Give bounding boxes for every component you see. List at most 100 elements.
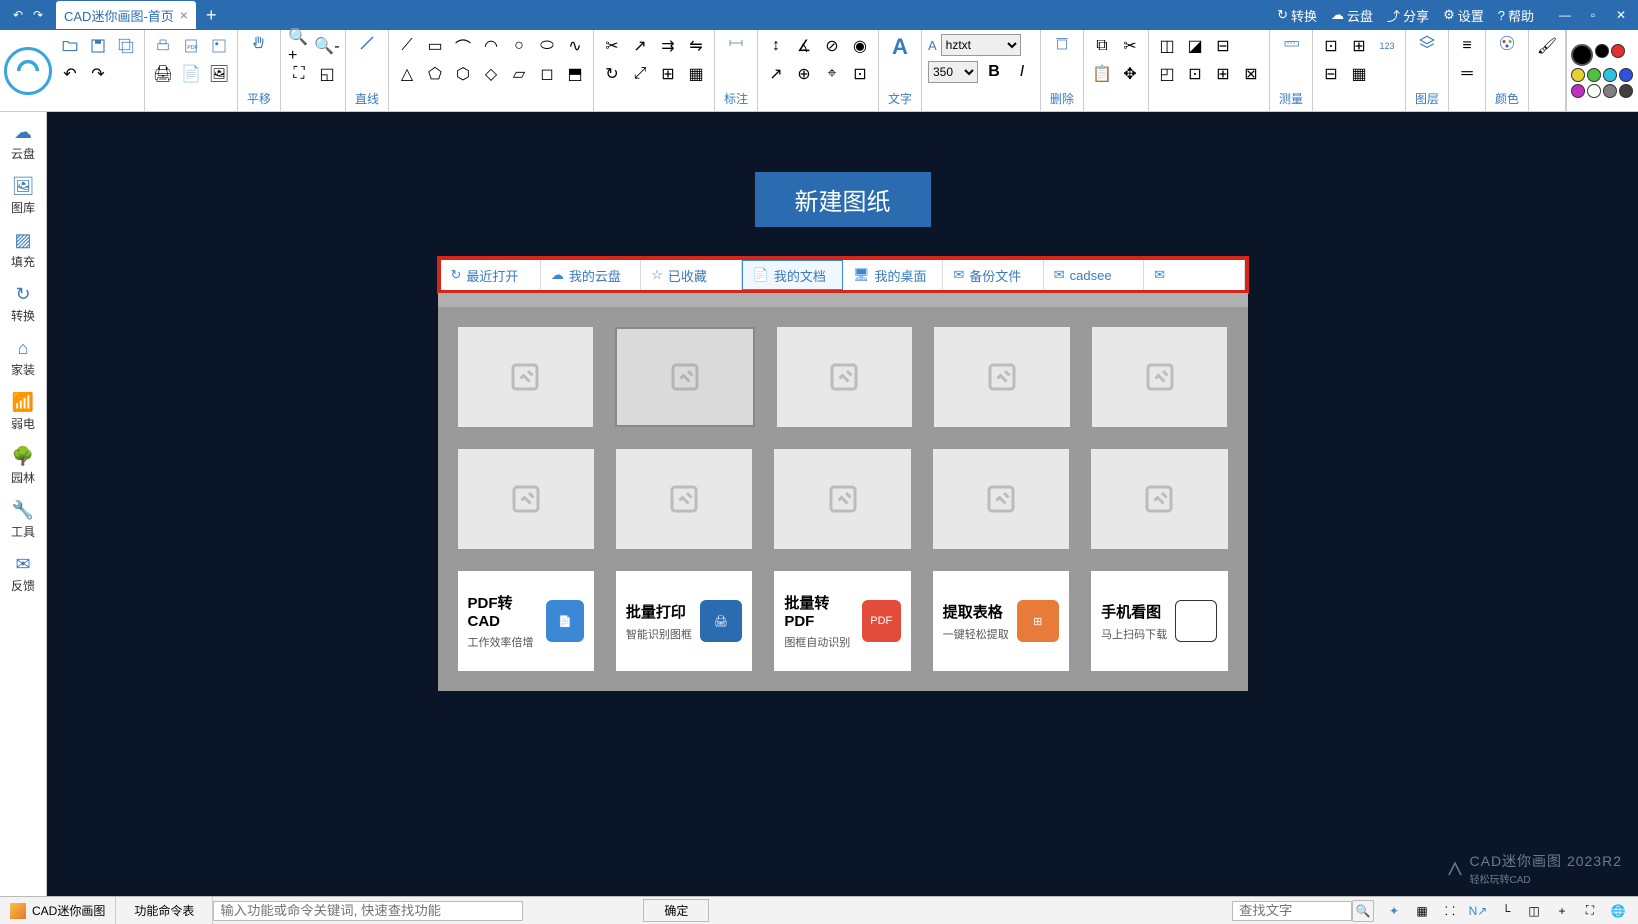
zoom-out-icon[interactable]: 🔍- — [315, 34, 339, 58]
promo-card-2[interactable]: 批量转PDF图框自动识别PDF — [774, 571, 910, 671]
color-swatch[interactable] — [1587, 84, 1601, 98]
tab-close-icon[interactable]: × — [180, 7, 188, 23]
drawing-thumbnail[interactable] — [616, 449, 752, 549]
grid-dots-icon[interactable]: ⸬ — [1442, 903, 1458, 919]
block1-icon[interactable]: ◫ — [1155, 34, 1179, 58]
nav-back-icon[interactable]: ↶ — [10, 7, 26, 23]
line-weight-icon[interactable]: ═ — [1455, 62, 1479, 86]
shape2-icon[interactable]: ▱ — [507, 62, 531, 86]
print-icon[interactable] — [151, 34, 175, 58]
drawing-thumbnail[interactable] — [458, 449, 594, 549]
search-icon[interactable]: 🔍 — [1352, 900, 1374, 922]
titlebar-settings[interactable]: ⚙ 设置 — [1443, 6, 1484, 25]
zoom-window-icon[interactable]: ◱ — [315, 62, 339, 86]
new-tab-button[interactable]: + — [206, 5, 217, 26]
shape1-icon[interactable]: ◇ — [479, 62, 503, 86]
save-icon[interactable] — [86, 34, 110, 58]
file-tab-2[interactable]: ☆已收藏 — [641, 260, 741, 290]
file-tab-6[interactable]: ✉cadsee — [1044, 260, 1144, 290]
color-swatch[interactable] — [1571, 68, 1585, 82]
promo-card-0[interactable]: PDF转CAD工作效率倍增📄 — [458, 571, 594, 671]
drawing-thumbnail[interactable] — [458, 327, 594, 427]
scale-icon[interactable]: ⤢ — [628, 62, 652, 86]
polygon-icon[interactable]: ⬡ — [451, 62, 475, 86]
dim8-icon[interactable]: ⊡ — [848, 62, 872, 86]
minimize-icon[interactable]: — — [1558, 8, 1572, 22]
color-swatch[interactable] — [1571, 84, 1585, 98]
color-tool[interactable] — [1492, 34, 1522, 52]
block3-icon[interactable]: ⊟ — [1211, 34, 1235, 58]
sidebar-item-convert[interactable]: ↻转换 — [0, 278, 46, 330]
new-drawing-button[interactable]: 新建图纸 — [755, 172, 931, 227]
fullscreen-icon[interactable]: ⛶ — [1582, 903, 1598, 919]
file-tab-7[interactable]: ✉ — [1144, 260, 1244, 290]
ellipse-icon[interactable]: ⬭ — [535, 34, 559, 58]
polyline-icon[interactable]: ⟋ — [395, 34, 419, 58]
pdf-icon-2[interactable]: 📄 — [179, 62, 203, 86]
annotate-tool[interactable] — [721, 34, 751, 52]
offset-icon[interactable]: ⇉ — [656, 34, 680, 58]
dim7-icon[interactable]: ⌖ — [820, 62, 844, 86]
promo-card-3[interactable]: 提取表格一键轻松提取⊞ — [933, 571, 1069, 671]
osnap-icon[interactable]: ◫ — [1526, 903, 1542, 919]
document-tab[interactable]: CAD迷你画图-首页 × — [56, 1, 196, 29]
command-input[interactable] — [213, 901, 523, 921]
mirror-icon[interactable]: ⇋ — [684, 34, 708, 58]
pentagon-icon[interactable]: ⬠ — [423, 62, 447, 86]
extend-icon[interactable]: ↗ — [628, 34, 652, 58]
file-tab-0[interactable]: ↻最近打开 — [441, 260, 541, 290]
titlebar-convert[interactable]: ↻ 转换 — [1277, 6, 1317, 25]
block5-icon[interactable]: ⊡ — [1183, 62, 1207, 86]
m1-icon[interactable]: ⊡ — [1319, 34, 1343, 58]
snap-icon[interactable]: ✦ — [1386, 903, 1402, 919]
line-tool[interactable] — [352, 34, 382, 52]
dim3-icon[interactable]: ⊘ — [820, 34, 844, 58]
plus-icon[interactable]: + — [1554, 903, 1570, 919]
promo-card-4[interactable]: 手机看图马上扫码下载▦ — [1091, 571, 1227, 671]
nav-forward-icon[interactable]: ↷ — [30, 7, 46, 23]
file-tab-1[interactable]: ☁我的云盘 — [541, 260, 641, 290]
sidebar-item-garden[interactable]: 🌳园林 — [0, 440, 46, 492]
titlebar-share[interactable]: ⤴ 分享 — [1387, 6, 1429, 25]
undo-icon[interactable]: ↶ — [58, 62, 82, 86]
sidebar-item-cloud[interactable]: ☁云盘 — [0, 116, 46, 168]
block6-icon[interactable]: ⊞ — [1211, 62, 1235, 86]
function-table-button[interactable]: 功能命令表 — [115, 897, 213, 924]
brush-icon[interactable]: 🖌 — [1535, 34, 1559, 58]
spline-icon[interactable]: ∿ — [563, 34, 587, 58]
sidebar-item-home[interactable]: ⌂家装 — [0, 332, 46, 384]
layer-tool[interactable] — [1412, 34, 1442, 52]
arc-icon[interactable]: ◠ — [479, 34, 503, 58]
m5-icon[interactable]: ▦ — [1347, 62, 1371, 86]
image-icon-2[interactable]: 🖼 — [207, 62, 231, 86]
save-as-icon[interactable] — [114, 34, 138, 58]
pan-tool[interactable] — [244, 34, 274, 52]
move-icon[interactable]: ✥ — [1118, 62, 1142, 86]
triangle-icon[interactable]: △ — [395, 62, 419, 86]
dim1-icon[interactable]: ↕ — [764, 34, 788, 58]
close-icon[interactable]: ✕ — [1614, 8, 1628, 22]
bold-icon[interactable]: B — [982, 60, 1006, 84]
color-swatch[interactable] — [1619, 84, 1633, 98]
color-swatch[interactable] — [1587, 68, 1601, 82]
m3-icon[interactable]: 123 — [1375, 34, 1399, 58]
redo-icon[interactable]: ↷ — [86, 62, 110, 86]
line-type-icon[interactable]: ≡ — [1455, 34, 1479, 58]
drawing-thumbnail[interactable] — [774, 449, 910, 549]
block2-icon[interactable]: ◪ — [1183, 34, 1207, 58]
paste-icon[interactable]: 📋 — [1090, 62, 1114, 86]
file-tab-3[interactable]: 📄我的文档 — [742, 260, 843, 290]
font-select[interactable]: hztxt — [941, 34, 1021, 56]
hatch-icon[interactable]: ▦ — [684, 62, 708, 86]
italic-icon[interactable]: I — [1010, 60, 1034, 84]
maximize-icon[interactable]: ▫ — [1586, 8, 1600, 22]
dim5-icon[interactable]: ↗ — [764, 62, 788, 86]
color-swatch[interactable] — [1603, 68, 1617, 82]
drawing-thumbnail[interactable] — [1092, 327, 1228, 427]
ok-button[interactable]: 确定 — [643, 899, 709, 922]
sidebar-item-gallery[interactable]: 🖼图库 — [0, 170, 46, 222]
promo-card-1[interactable]: 批量打印智能识别图框🖨 — [616, 571, 752, 671]
shape4-icon[interactable]: ⬒ — [563, 62, 587, 86]
coord-icon[interactable]: N↗ — [1470, 903, 1486, 919]
rotate-icon[interactable]: ↻ — [600, 62, 624, 86]
